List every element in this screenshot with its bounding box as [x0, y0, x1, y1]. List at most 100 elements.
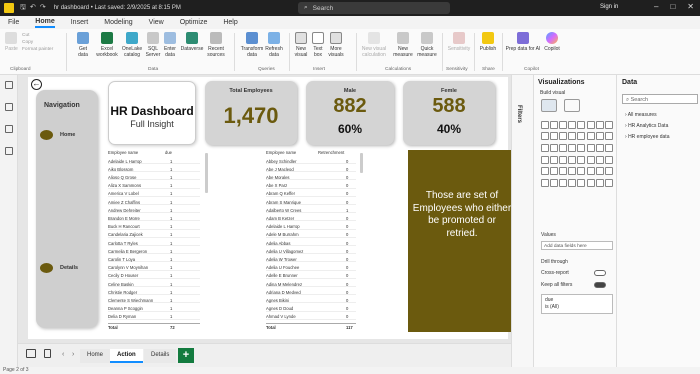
quick-measure-button[interactable]: Quick measure [417, 32, 437, 58]
visual-type-icon[interactable] [604, 143, 613, 152]
desktop-view-icon[interactable] [26, 349, 36, 358]
tab-prev-icon[interactable]: ‹ [62, 351, 64, 358]
sensitivity-button[interactable]: Sensitivity [448, 32, 470, 52]
maximize-icon[interactable]: □ [670, 2, 675, 11]
dataverse-button[interactable]: Dataverse [180, 32, 204, 52]
table1-scrollbar[interactable] [205, 153, 208, 193]
visual-type-icon[interactable] [549, 155, 558, 164]
redo-icon[interactable]: ↷ [40, 3, 46, 14]
table2-scrollbar[interactable] [360, 153, 363, 173]
visual-type-icon[interactable] [577, 178, 586, 187]
visual-type-icon[interactable] [558, 178, 567, 187]
data-item-hr-analytics[interactable]: › HR Analytics Data [625, 123, 668, 129]
prep-data-ai-button[interactable]: Prep data for AI [505, 32, 541, 52]
visual-type-icon[interactable] [549, 178, 558, 187]
transform-data-button[interactable]: Transform data [240, 32, 264, 58]
visual-type-icon[interactable] [577, 167, 586, 176]
visual-type-icon[interactable] [586, 120, 595, 129]
column-header-retrenchment[interactable]: Retrenchment [318, 150, 344, 155]
menu-insert[interactable]: Insert [71, 19, 89, 26]
format-visual-icon[interactable] [564, 99, 580, 112]
menu-home[interactable]: Home [35, 18, 55, 28]
visual-type-icon[interactable] [586, 155, 595, 164]
visual-type-icon[interactable] [586, 178, 595, 187]
format-painter-button[interactable]: Format painter [22, 46, 53, 53]
visual-type-icon[interactable] [568, 167, 577, 176]
visual-type-icon[interactable] [558, 167, 567, 176]
excel-workbook-button[interactable]: Excel workbook [94, 32, 120, 58]
save-icon[interactable]: 🖫 [20, 3, 26, 14]
dax-query-view-icon[interactable] [5, 147, 13, 155]
visual-type-icon[interactable] [604, 120, 613, 129]
undo-icon[interactable]: ↶ [30, 3, 36, 14]
visual-type-icon[interactable] [604, 167, 613, 176]
more-visuals-button[interactable]: More visuals [328, 32, 344, 58]
visual-type-icon[interactable] [568, 143, 577, 152]
menu-optimize[interactable]: Optimize [180, 19, 208, 26]
menu-help[interactable]: Help [223, 19, 237, 26]
visual-type-icon[interactable] [595, 178, 604, 187]
visual-type-icon[interactable] [568, 178, 577, 187]
visual-type-icon[interactable] [595, 120, 604, 129]
get-data-button[interactable]: Get data [75, 32, 91, 58]
visual-type-icon[interactable] [595, 132, 604, 141]
visual-type-icon[interactable] [604, 178, 613, 187]
drillthrough-filter-card[interactable]: due is (All) [541, 294, 613, 314]
visual-type-icon[interactable] [558, 143, 567, 152]
menu-view[interactable]: View [149, 19, 164, 26]
visual-type-icon[interactable] [604, 132, 613, 141]
visual-type-icon[interactable] [558, 132, 567, 141]
data-item-hr-employee[interactable]: › HR employee data [625, 134, 669, 140]
enter-data-button[interactable]: Enter data [163, 32, 177, 58]
recent-sources-button[interactable]: Recent sources [206, 32, 226, 58]
sign-in-link[interactable]: Sign in [600, 4, 618, 10]
visual-type-icon[interactable] [558, 120, 567, 129]
minimize-icon[interactable]: – [654, 2, 658, 11]
column-header-employee-name[interactable]: Employee name [108, 150, 138, 155]
back-arrow-icon[interactable]: ← [31, 79, 42, 90]
details-nav-button[interactable] [40, 263, 53, 273]
keep-filters-toggle[interactable] [594, 282, 606, 288]
tab-details[interactable]: Details [144, 349, 177, 363]
data-item-all-measures[interactable]: › All measures [625, 112, 657, 118]
onelake-catalog-button[interactable]: OneLake catalog [121, 32, 143, 58]
visual-type-icon[interactable] [577, 143, 586, 152]
close-icon[interactable]: ✕ [687, 2, 694, 11]
home-nav-button[interactable] [40, 130, 53, 140]
sql-server-button[interactable]: SQL Server [146, 32, 160, 58]
refresh-data-button[interactable]: Refresh data [265, 32, 283, 58]
menu-modeling[interactable]: Modeling [104, 19, 132, 26]
table-view-icon[interactable] [5, 103, 13, 111]
add-page-button[interactable]: + [178, 348, 194, 363]
new-visual-calculation-button[interactable]: New visual calculation [360, 32, 388, 58]
visual-type-icon[interactable] [577, 132, 586, 141]
visual-type-icon[interactable] [540, 143, 549, 152]
visual-type-icon[interactable] [586, 132, 595, 141]
column-header-employee-name[interactable]: Employee name [266, 150, 296, 155]
visual-type-icon[interactable] [540, 132, 549, 141]
visual-type-icon[interactable] [595, 167, 604, 176]
visual-type-icon[interactable] [568, 132, 577, 141]
cut-button[interactable]: Cut [22, 32, 29, 39]
tab-home[interactable]: Home [80, 349, 111, 363]
filters-pane-collapsed[interactable]: Filters [511, 75, 533, 367]
text-box-button[interactable]: Text box [312, 32, 324, 58]
new-measure-button[interactable]: New measure [392, 32, 414, 58]
paste-button[interactable]: Paste [5, 32, 18, 52]
visual-type-icon[interactable] [540, 120, 549, 129]
new-visual-button[interactable]: New visual [294, 32, 308, 58]
visual-type-icon[interactable] [595, 155, 604, 164]
report-view-icon[interactable] [5, 81, 13, 89]
visual-type-icon[interactable] [586, 143, 595, 152]
search-box[interactable]: ⌕ Search [298, 2, 450, 14]
visual-type-icon[interactable] [549, 143, 558, 152]
visual-type-icon[interactable] [540, 178, 549, 187]
visual-type-icon[interactable] [577, 155, 586, 164]
visual-type-icon[interactable] [577, 120, 586, 129]
visual-type-icon[interactable] [540, 155, 549, 164]
visual-type-icon[interactable] [549, 120, 558, 129]
visual-type-icon[interactable] [604, 155, 613, 164]
visual-type-icon[interactable] [558, 155, 567, 164]
values-drop-field[interactable]: Add data fields here [541, 241, 613, 250]
visual-type-icon[interactable] [568, 120, 577, 129]
